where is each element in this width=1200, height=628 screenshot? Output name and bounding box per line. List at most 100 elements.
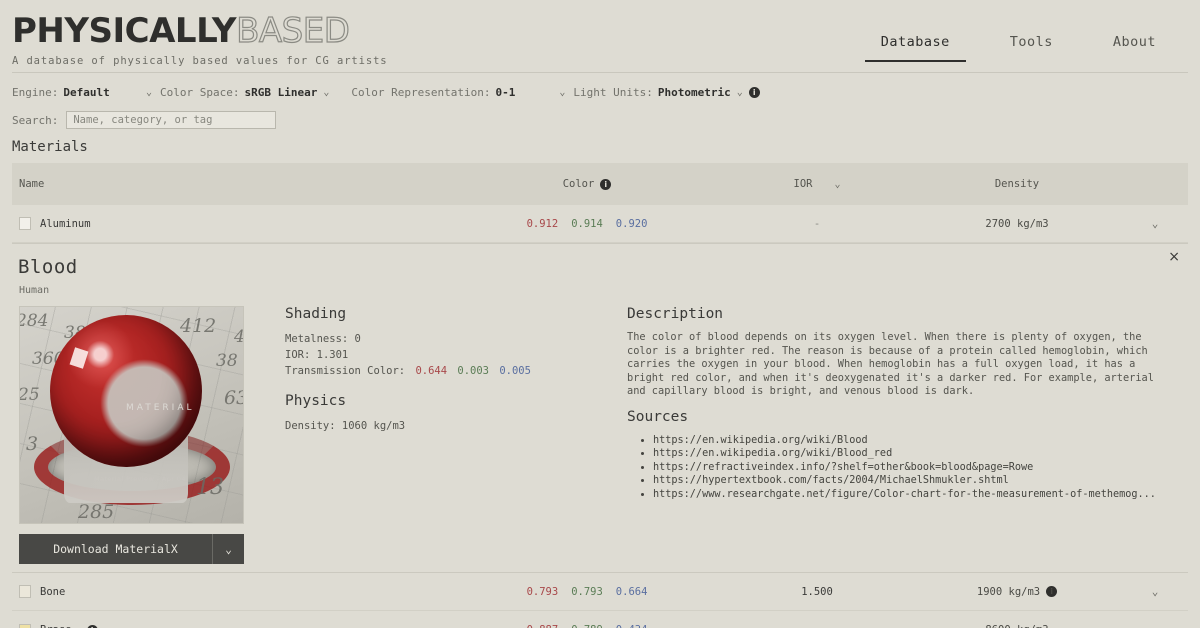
- filter-bar: Engine: Default ⌄ Color Space: sRGB Line…: [0, 73, 1200, 129]
- row-expand-toggle[interactable]: ⌄: [1122, 624, 1188, 628]
- chevron-down-icon[interactable]: ⌄: [834, 179, 840, 190]
- engine-label: Engine:: [12, 86, 58, 99]
- preview-number: 285: [78, 501, 114, 523]
- density-row: Density: 1060 kg/m3: [285, 418, 607, 434]
- color-swatch: [19, 585, 31, 598]
- material-density: 2700 kg/m3: [985, 218, 1048, 230]
- color-representation-label: Color Representation:: [351, 86, 490, 99]
- color-space-value: sRGB Linear: [244, 86, 317, 99]
- engine-value: Default: [63, 86, 109, 99]
- column-header-color[interactable]: Colori: [452, 178, 722, 190]
- engine-select[interactable]: Engine: Default ⌄: [12, 86, 152, 99]
- download-group: Download MaterialX ⌄: [19, 534, 244, 564]
- column-header-density[interactable]: Density: [912, 178, 1122, 190]
- page-title: Materials: [0, 129, 1200, 163]
- preview-number: 13: [196, 475, 224, 500]
- list-item[interactable]: https://en.wikipedia.org/wiki/Blood: [653, 434, 1178, 448]
- material-density-cell: 2700 kg/m3: [912, 218, 1122, 230]
- chevron-down-icon: ⌄: [323, 87, 329, 98]
- light-units-select[interactable]: Light Units: Photometric ⌄ i: [573, 86, 759, 99]
- close-icon[interactable]: ×: [1168, 250, 1180, 264]
- source-link[interactable]: https://hypertextbook.com/facts/2004/Mic…: [653, 475, 1009, 486]
- metalness-row: Metalness: 0: [285, 331, 607, 347]
- column-header-ior-label: IOR: [794, 178, 813, 190]
- detail-category: Human: [12, 285, 1188, 296]
- preview-watermark: MATERIAL: [126, 403, 195, 413]
- color-space-select[interactable]: Color Space: sRGB Linear ⌄: [160, 86, 329, 99]
- material-density: 8600 kg/m3: [985, 624, 1048, 628]
- preview-column: 284 38 412 4 360 38 25 63 3 MATERIAL Mat…: [12, 306, 247, 564]
- row-expand-toggle[interactable]: ⌄: [1122, 217, 1188, 230]
- color-g: 0.914: [571, 218, 603, 230]
- chevron-down-icon: ⌄: [737, 87, 743, 98]
- material-name: Aluminum: [40, 218, 91, 230]
- site-header: PHYSICALLYBASED A database of physically…: [0, 0, 1200, 72]
- table-row[interactable]: Aluminum 0.912 0.914 0.920 - 2700 kg/m3 …: [12, 205, 1188, 243]
- preview-number: 3: [26, 433, 38, 455]
- color-r: 0.912: [527, 218, 559, 230]
- source-link[interactable]: https://refractiveindex.info/?shelf=othe…: [653, 462, 1033, 473]
- info-icon[interactable]: i: [749, 87, 760, 98]
- transmission-color-b: 0.005: [499, 365, 531, 377]
- logo-secondary: BASED: [236, 11, 349, 51]
- row-expand-toggle[interactable]: ⌄: [1122, 585, 1188, 598]
- search-input[interactable]: [66, 111, 276, 129]
- sources-heading: Sources: [627, 409, 1178, 425]
- preview-number: 63: [224, 387, 244, 409]
- color-space-label: Color Space:: [160, 86, 239, 99]
- chevron-down-icon: ⌄: [146, 87, 152, 98]
- color-swatch: [19, 624, 31, 628]
- material-name-cell: Aluminum: [12, 217, 452, 230]
- list-item[interactable]: https://refractiveindex.info/?shelf=othe…: [653, 461, 1178, 475]
- material-name-cell: Brassi: [12, 624, 452, 628]
- color-g: 0.793: [571, 586, 603, 598]
- column-header-name[interactable]: Name: [12, 178, 452, 190]
- detail-body: 284 38 412 4 360 38 25 63 3 MATERIAL Mat…: [12, 306, 1188, 564]
- sources-section: Sources https://en.wikipedia.org/wiki/Bl…: [627, 409, 1178, 502]
- density-label: Density:: [285, 420, 336, 432]
- preview-number: 412: [180, 315, 216, 337]
- list-item[interactable]: https://www.researchgate.net/figure/Colo…: [653, 488, 1178, 502]
- download-materialx-button[interactable]: Download MaterialX: [19, 534, 212, 564]
- column-header-ior[interactable]: IOR ⌄: [722, 178, 912, 190]
- info-icon[interactable]: i: [87, 625, 98, 628]
- color-b: 0.664: [616, 586, 648, 598]
- properties-column: Shading Metalness: 0 IOR: 1.301 Transmis…: [247, 306, 607, 564]
- ior-row: IOR: 1.301: [285, 347, 607, 363]
- source-link[interactable]: https://en.wikipedia.org/wiki/Blood_red: [653, 448, 892, 459]
- preview-number: 25: [19, 385, 40, 405]
- chevron-down-icon: ⌄: [1152, 624, 1159, 628]
- nav-item-tools[interactable]: Tools: [980, 30, 1083, 62]
- spacer: [285, 379, 607, 393]
- info-icon[interactable]: i: [1046, 586, 1057, 597]
- color-g: 0.789: [571, 624, 603, 628]
- nav-item-about[interactable]: About: [1083, 30, 1186, 62]
- preview-sphere: [50, 315, 202, 467]
- color-representation-value: 0-1: [495, 86, 515, 99]
- list-item[interactable]: https://hypertextbook.com/facts/2004/Mic…: [653, 474, 1178, 488]
- nav-item-database[interactable]: Database: [851, 30, 980, 62]
- filter-row: Engine: Default ⌄ Color Space: sRGB Line…: [12, 82, 1188, 102]
- material-ior: 1.500: [722, 586, 912, 598]
- source-link[interactable]: https://en.wikipedia.org/wiki/Blood: [653, 435, 868, 446]
- table-row[interactable]: Brassi 0.887 0.789 0.434 - 8600 kg/m3 ⌄: [12, 611, 1188, 628]
- column-header-color-label: Color: [563, 178, 595, 190]
- transmission-color-g: 0.003: [457, 365, 489, 377]
- material-color-cell: 0.912 0.914 0.920: [452, 218, 722, 230]
- material-density: 1900 kg/m3: [977, 586, 1040, 598]
- info-icon[interactable]: i: [600, 179, 611, 190]
- light-units-value: Photometric: [658, 86, 731, 99]
- color-representation-select[interactable]: Color Representation: 0-1 ⌄: [351, 86, 565, 99]
- table-row[interactable]: Bone 0.793 0.793 0.664 1.500 1900 kg/m3i…: [12, 573, 1188, 611]
- preview-number: 284: [19, 311, 48, 331]
- material-density-cell: 8600 kg/m3: [912, 624, 1122, 628]
- source-link[interactable]: https://www.researchgate.net/figure/Colo…: [653, 489, 1156, 500]
- ior-label: IOR:: [285, 349, 310, 361]
- app-root: PHYSICALLYBASED A database of physically…: [0, 0, 1200, 628]
- density-value: 1060 kg/m3: [342, 420, 405, 432]
- site-logo: PHYSICALLYBASED: [12, 12, 388, 50]
- metalness-value: 0: [355, 333, 361, 345]
- color-b: 0.434: [616, 624, 648, 628]
- list-item[interactable]: https://en.wikipedia.org/wiki/Blood_red: [653, 447, 1178, 461]
- download-format-dropdown[interactable]: ⌄: [212, 534, 244, 564]
